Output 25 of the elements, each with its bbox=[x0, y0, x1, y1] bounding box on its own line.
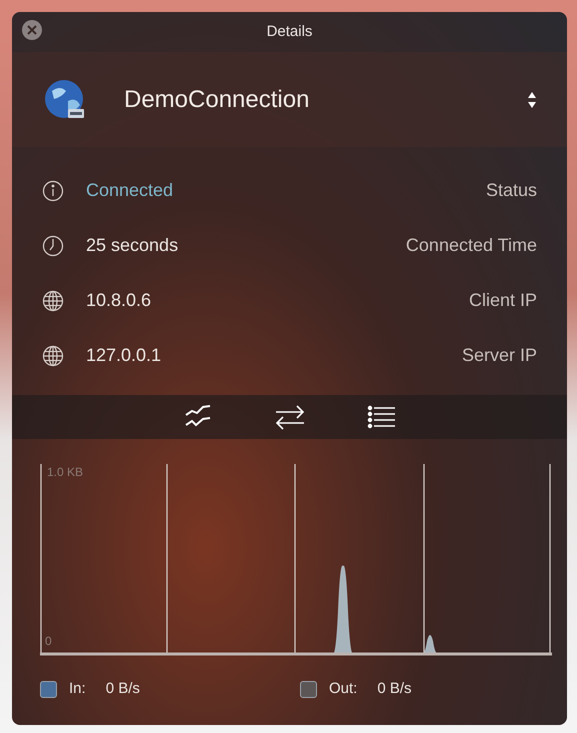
axis-label: 0 bbox=[45, 633, 52, 650]
info-icon bbox=[42, 180, 64, 202]
clock-icon bbox=[42, 234, 64, 256]
info-label: Status bbox=[486, 179, 537, 202]
info-value: 10.8.0.6 bbox=[86, 289, 152, 312]
window-title: Details bbox=[266, 22, 312, 42]
info-label: Server IP bbox=[462, 344, 537, 367]
info-value: 127.0.0.1 bbox=[86, 344, 162, 367]
info-label: Client IP bbox=[468, 289, 537, 312]
up-down-chevron-icon bbox=[527, 90, 537, 108]
legend-reading: 0 B/s bbox=[106, 679, 140, 699]
legend-reading: 0 B/s bbox=[377, 679, 412, 699]
info-value: Connected bbox=[86, 179, 174, 202]
info-label: Connected Time bbox=[406, 234, 537, 257]
globe-icon bbox=[42, 344, 64, 366]
connection-selector[interactable]: DemoConnection bbox=[12, 52, 567, 147]
info-value: 25 seconds bbox=[86, 234, 178, 257]
list-icon bbox=[366, 403, 396, 431]
globe-icon bbox=[42, 290, 64, 312]
legend-label: In: bbox=[69, 679, 86, 699]
close-icon bbox=[27, 25, 37, 35]
connection-name: DemoConnection bbox=[124, 84, 310, 114]
close-button[interactable] bbox=[22, 20, 42, 40]
axis-label: 1.0 KB bbox=[47, 464, 84, 481]
legend-label: Out: bbox=[329, 679, 358, 699]
